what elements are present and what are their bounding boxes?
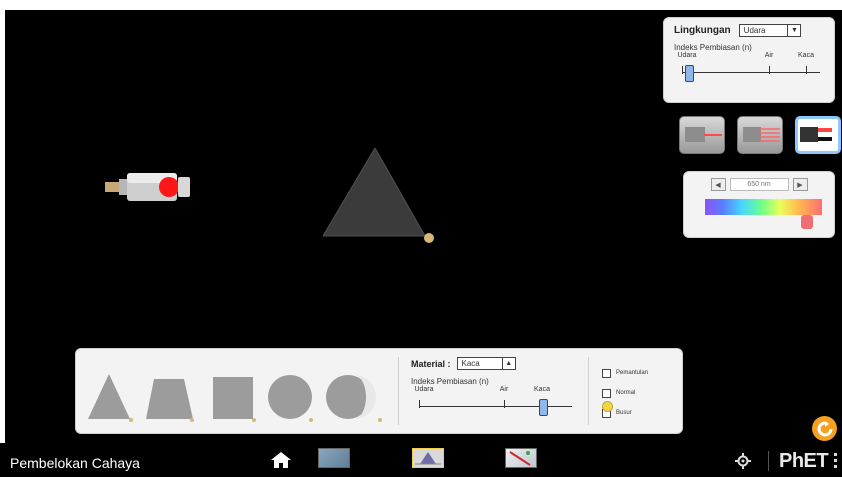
material-slider-label-air: Air [499, 386, 509, 393]
material-dropdown-value: Kaca [461, 359, 480, 368]
phet-menu-icon[interactable] [834, 453, 837, 471]
chevron-down-icon: ▼ [787, 25, 800, 36]
material-index-label: Indeks Pembiasan (n) [411, 377, 489, 386]
wave-mode-icon [800, 127, 832, 142]
env-slider-tick [682, 66, 683, 74]
material-controls: Material : Kaca ▲ Indeks Pembiasan (n) U… [411, 357, 576, 416]
gear-icon[interactable] [735, 453, 751, 469]
env-slider-label-kaca: Kaca [798, 52, 814, 59]
panel-divider [588, 357, 589, 425]
tool-tab-icon [509, 451, 531, 466]
shape-tray [88, 374, 382, 422]
wavelength-slider[interactable] [705, 199, 822, 229]
chevron-up-icon: ▲ [501, 358, 515, 369]
environment-slider-track [682, 72, 820, 73]
env-slider-label-udara: Udara [677, 52, 697, 59]
many-rays-icon [743, 127, 780, 142]
protractor-label: Busur [616, 410, 632, 416]
material-title: Material : [411, 358, 451, 369]
simulation-stage: Lingkungan Udara ▼ Indeks Pembiasan (n) … [5, 10, 842, 443]
wavelength-increase-button[interactable]: ▶ [792, 178, 808, 191]
tab-intro[interactable] [318, 448, 350, 468]
normal-checkbox[interactable] [602, 388, 611, 398]
normal-label: Normal [616, 390, 636, 396]
material-slider-thumb[interactable] [539, 399, 548, 416]
env-slider-tick [806, 66, 807, 74]
ray-mode-icon [685, 127, 722, 142]
wavelength-panel: ◀ 650 nm ▶ [683, 171, 835, 238]
reflection-checkbox[interactable] [602, 368, 611, 378]
env-slider-label-air: Air [764, 52, 774, 59]
material-index-slider[interactable]: Udara Air Kaca [411, 386, 576, 416]
material-slider-label-udara: Udara [414, 386, 434, 393]
wavelength-slider-thumb[interactable] [801, 215, 813, 229]
ray-mode-button[interactable] [679, 116, 725, 154]
wavelength-value: 650 nm [729, 178, 789, 191]
material-slider-tick [419, 400, 420, 408]
environment-dropdown[interactable]: Udara ▼ [738, 24, 802, 37]
environment-index-label: Indeks Pembiasan (n) [674, 43, 752, 52]
tab-more-tools[interactable] [505, 448, 537, 468]
environment-panel: Lingkungan Udara ▼ Indeks Pembiasan (n) … [663, 17, 835, 103]
home-icon[interactable] [270, 451, 292, 469]
trapezoid-shape-tool[interactable] [146, 379, 194, 422]
wave-mode-button[interactable] [795, 116, 841, 154]
reflection-label: Pemantulan [616, 370, 649, 376]
laser-icon[interactable] [105, 171, 195, 203]
environment-title: Lingkungan [674, 25, 731, 36]
environment-slider-thumb[interactable] [685, 65, 694, 82]
material-dropdown[interactable]: Kaca ▲ [456, 357, 516, 370]
reset-button[interactable] [812, 416, 837, 441]
env-slider-tick [769, 66, 770, 74]
reflection-option[interactable]: Pemantulan [602, 363, 672, 383]
material-slider-tick [504, 400, 505, 408]
reset-icon [817, 420, 832, 436]
normal-option[interactable]: Normal [602, 383, 672, 403]
material-slider-track [419, 406, 572, 407]
prism-tab-icon [415, 452, 441, 465]
prism-shape[interactable] [323, 148, 443, 248]
app-title: Pembelokan Cahaya [10, 455, 140, 471]
environment-dropdown-value: Udara [743, 26, 766, 35]
protractor-icon[interactable] [602, 401, 613, 412]
phet-logo[interactable]: PhET [768, 451, 829, 471]
circle-shape-tool[interactable] [268, 375, 313, 422]
shape-tools-panel: Material : Kaca ▲ Indeks Pembiasan (n) U… [75, 348, 683, 434]
display-options: Pemantulan Normal Busur [602, 363, 672, 423]
lens-shape-tool[interactable] [326, 375, 382, 422]
many-rays-mode-button[interactable] [737, 116, 783, 154]
environment-index-slider[interactable]: Udara Air Kaca [674, 52, 824, 82]
wavelength-decrease-button[interactable]: ◀ [710, 178, 726, 191]
tab-prisms[interactable] [412, 448, 444, 468]
square-shape-tool[interactable] [213, 377, 256, 422]
navigation-bar: Pembelokan Cahaya PhET [0, 443, 842, 477]
triangle-shape-tool[interactable] [88, 374, 133, 422]
material-slider-label-kaca: Kaca [534, 386, 550, 393]
panel-divider [398, 357, 399, 425]
